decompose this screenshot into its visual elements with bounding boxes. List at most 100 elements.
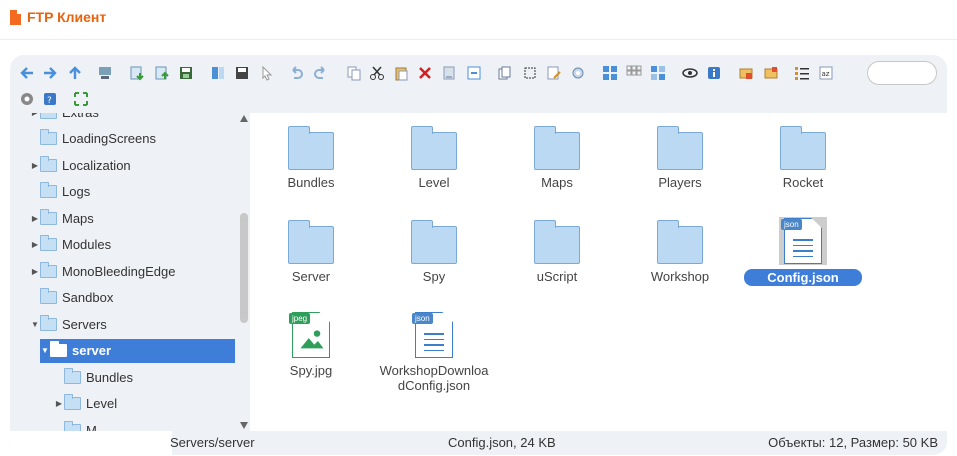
folder-icon xyxy=(40,314,57,331)
status-bar: Servers/server Config.json, 24 KB Объект… xyxy=(10,431,947,455)
fullscreen-icon[interactable] xyxy=(72,90,90,108)
folder-icon xyxy=(64,394,81,410)
folder-item[interactable]: Maps xyxy=(496,115,618,205)
folder-icon xyxy=(410,217,458,265)
tree-item-label: server xyxy=(72,343,112,358)
tree-toggle-icon[interactable]: ▶ xyxy=(30,214,40,223)
up-icon[interactable] xyxy=(66,64,84,82)
folder-item[interactable]: Server xyxy=(250,209,372,299)
tree-item-label: Logs xyxy=(62,184,91,199)
tree-toggle-icon[interactable]: ▶ xyxy=(30,240,40,249)
view-grid-icon[interactable] xyxy=(625,64,643,82)
tree-item-label: LoadingScreens xyxy=(62,131,156,146)
redo-icon[interactable] xyxy=(312,64,330,82)
folder-item[interactable]: Workshop xyxy=(619,209,741,299)
panel-icon[interactable] xyxy=(209,64,227,82)
undo-icon[interactable] xyxy=(287,64,305,82)
copy-icon[interactable] xyxy=(345,64,363,82)
tree-item[interactable]: LoadingScreens xyxy=(30,127,235,151)
sync-icon[interactable] xyxy=(569,64,587,82)
scroll-up-icon[interactable] xyxy=(240,115,248,122)
tree-toggle-icon[interactable]: ▼ xyxy=(40,346,50,355)
settings-icon[interactable] xyxy=(18,90,36,108)
file-name: Workshop xyxy=(650,269,710,284)
help-icon[interactable]: ? xyxy=(41,90,59,108)
tree-item[interactable]: ▶ Localization xyxy=(30,153,235,177)
save-icon[interactable] xyxy=(177,64,195,82)
folder-icon xyxy=(64,420,81,431)
tree-item-label: Servers xyxy=(62,316,107,332)
paste-icon[interactable] xyxy=(392,64,410,82)
connect-icon[interactable] xyxy=(96,64,114,82)
tree-item-label: Bundles xyxy=(86,369,133,385)
duplicate-icon[interactable] xyxy=(496,64,514,82)
save-all-icon[interactable] xyxy=(233,64,251,82)
list-icon[interactable] xyxy=(793,64,811,82)
view-tiles-icon[interactable] xyxy=(649,64,667,82)
tree-item[interactable]: Logs xyxy=(30,180,235,204)
status-mask xyxy=(10,431,172,455)
folder-icon xyxy=(40,129,57,145)
tree-item[interactable]: Bundles xyxy=(30,365,235,389)
edit-icon[interactable] xyxy=(545,64,563,82)
new-folder-icon[interactable] xyxy=(737,64,755,82)
scroll-thumb[interactable] xyxy=(240,213,248,323)
properties-icon[interactable] xyxy=(465,64,483,82)
folder-item[interactable]: uScript xyxy=(496,209,618,299)
file-name: uScript xyxy=(536,269,578,284)
tree-toggle-icon[interactable]: ▶ xyxy=(30,161,40,170)
delete-icon[interactable] xyxy=(416,64,434,82)
folder-icon xyxy=(40,182,57,198)
folder-icon xyxy=(40,208,57,225)
folder-icon xyxy=(50,341,67,357)
preview-icon[interactable] xyxy=(681,64,699,82)
scroll-down-icon[interactable] xyxy=(240,422,248,429)
tree-item-label: Modules xyxy=(62,237,112,252)
folder-item[interactable]: Level xyxy=(373,115,495,205)
tree-item[interactable]: ▶ Level xyxy=(30,392,235,416)
file-name: Rocket xyxy=(782,175,824,190)
tree-item[interactable]: ▶ MonoBleedingEdge xyxy=(30,259,235,283)
tree-toggle-icon[interactable]: ▶ xyxy=(30,113,40,117)
folder-icon xyxy=(40,155,57,172)
file-item[interactable]: jpeg Spy.jpg xyxy=(250,303,372,393)
file-name: Spy xyxy=(422,269,446,284)
tree-toggle-icon[interactable]: ▶ xyxy=(54,399,64,408)
tree-scrollbar[interactable] xyxy=(239,113,249,431)
folder-icon xyxy=(287,217,335,265)
new-file-icon[interactable] xyxy=(762,64,780,82)
folder-item[interactable]: Rocket xyxy=(742,115,864,205)
select-icon[interactable] xyxy=(521,64,539,82)
file-item[interactable]: json Config.json xyxy=(742,209,864,299)
forward-icon[interactable] xyxy=(41,64,59,82)
pointer-icon[interactable] xyxy=(258,64,276,82)
view-large-icon[interactable] xyxy=(601,64,619,82)
tree-item[interactable]: Sandbox xyxy=(30,286,235,310)
tree-item-label: M... xyxy=(86,422,108,432)
tree-item[interactable]: M... xyxy=(30,418,235,431)
tree-item[interactable]: ▶ Extras xyxy=(30,113,235,124)
tree-item[interactable]: ▼ server xyxy=(40,338,235,363)
rename-icon[interactable] xyxy=(440,64,458,82)
folder-item[interactable]: Spy xyxy=(373,209,495,299)
tree-toggle-icon[interactable]: ▼ xyxy=(30,320,40,329)
status-path: Servers/server xyxy=(170,435,255,450)
tree-item[interactable]: ▶ Modules xyxy=(30,233,235,257)
search-input[interactable] xyxy=(867,61,937,85)
download-icon[interactable] xyxy=(128,64,146,82)
file-name: Players xyxy=(658,175,702,190)
tree-toggle-icon[interactable]: ▶ xyxy=(30,267,40,276)
info-icon[interactable] xyxy=(705,64,723,82)
tree-item-label: Level xyxy=(86,396,118,411)
file-item[interactable]: json WorkshopDownloadConfig.json xyxy=(373,303,495,393)
back-icon[interactable] xyxy=(18,64,36,82)
folder-item[interactable]: Players xyxy=(619,115,741,205)
tree-item[interactable]: ▶ Maps xyxy=(30,206,235,230)
title-bar: FTP Клиент xyxy=(0,0,957,40)
sort-icon[interactable]: az xyxy=(817,64,835,82)
upload-icon[interactable] xyxy=(153,64,171,82)
cut-icon[interactable] xyxy=(368,64,386,82)
folder-item[interactable]: Bundles xyxy=(250,115,372,205)
tree-item[interactable]: ▼ Servers xyxy=(30,312,235,336)
svg-text:?: ? xyxy=(47,96,52,106)
